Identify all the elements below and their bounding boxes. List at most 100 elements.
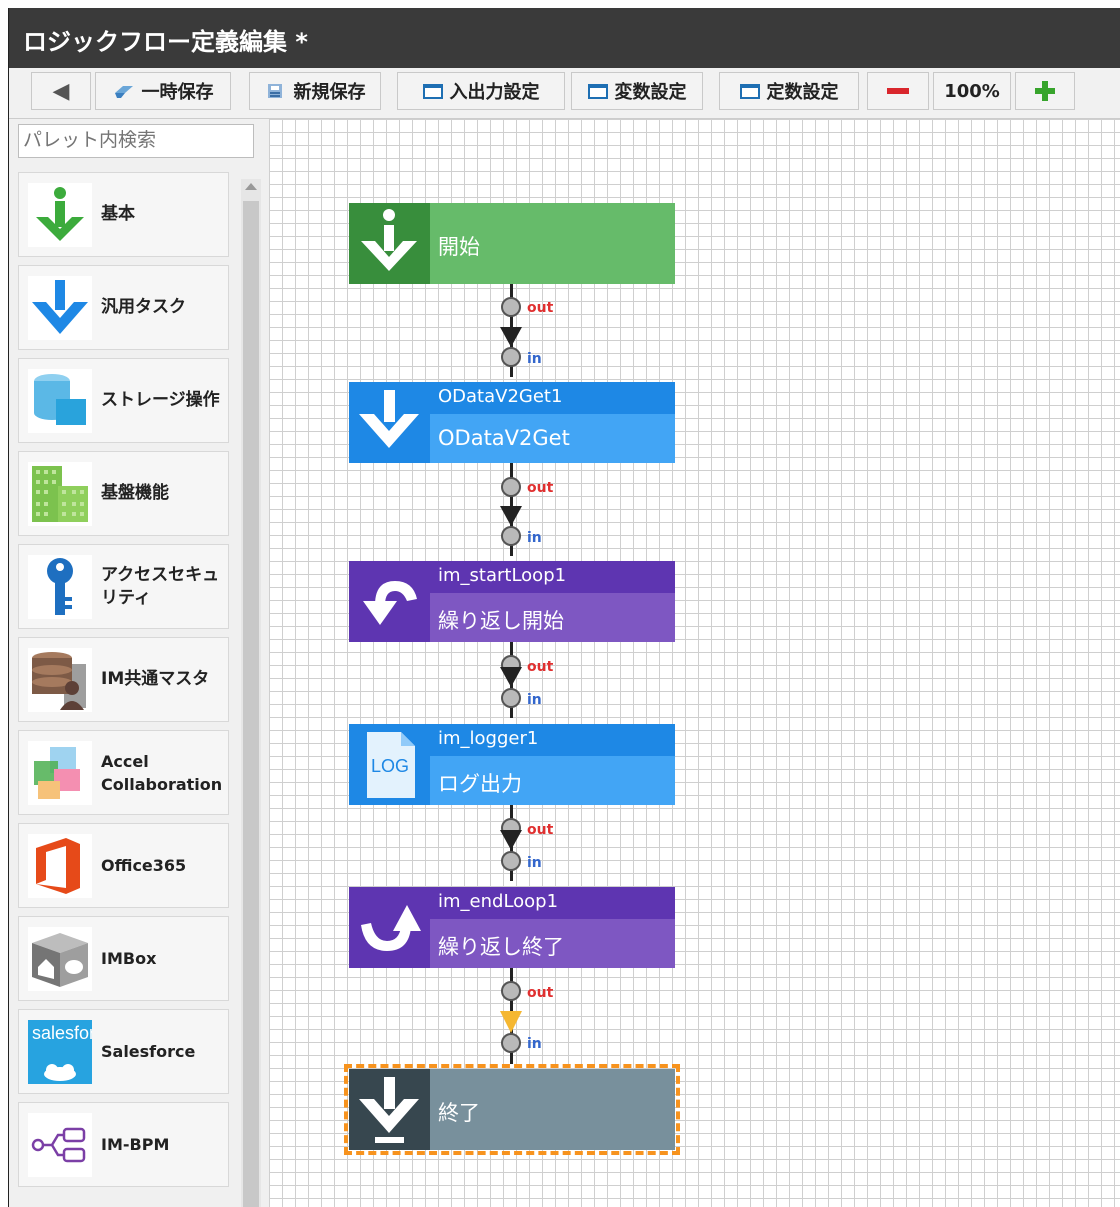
start-icon xyxy=(349,203,430,284)
in-port-label: in xyxy=(527,855,542,871)
palette-item-label: Office365 xyxy=(101,856,187,875)
node-body: 終了 xyxy=(430,1069,675,1150)
window-icon xyxy=(739,83,760,99)
node-name: 繰り返し開始 xyxy=(438,609,564,633)
window-title: ロジックフロー定義編集 * xyxy=(23,28,308,56)
palette-item-label: Accel Collaboration xyxy=(101,751,223,794)
flow-canvas[interactable]: 開始 out in ODataV2Get1 ODataV2Get out in … xyxy=(269,119,1120,1207)
flow-node-logger[interactable]: LOG im_logger1 ログ出力 xyxy=(349,724,675,805)
connector-arrow-icon xyxy=(500,506,522,526)
const-settings-button[interactable]: 定数設定 xyxy=(719,72,859,110)
zoom-out-button[interactable] xyxy=(867,72,929,110)
out-port-label: out xyxy=(527,822,554,838)
palette-item-im-bpm[interactable]: IM-BPM xyxy=(18,1102,229,1187)
flow-node-start[interactable]: 開始 xyxy=(349,203,675,284)
in-port[interactable] xyxy=(501,688,521,708)
palette-item-label: IMBox xyxy=(101,949,157,968)
plus-icon xyxy=(1035,81,1055,101)
scroll-up-arrow-icon[interactable] xyxy=(245,183,257,190)
bpm-icon xyxy=(28,1113,92,1177)
palette-item-label: IM-BPM xyxy=(101,1135,170,1154)
const-settings-label: 定数設定 xyxy=(766,82,839,103)
node-name: 繰り返し終了 xyxy=(438,935,564,959)
temp-save-label: 一時保存 xyxy=(141,82,214,103)
var-settings-button[interactable]: 変数設定 xyxy=(571,72,703,110)
logic-flow-editor-window: ロジックフロー定義編集 * ◀︎ 一時保存 新規保存 入出力設定 変数設定 定数… xyxy=(8,8,1120,1207)
node-body: im_endLoop1 繰り返し終了 xyxy=(430,887,675,968)
new-save-label: 新規保存 xyxy=(293,82,366,103)
connector-arrow-icon xyxy=(500,327,522,347)
palette-scrollbar[interactable] xyxy=(241,179,261,1207)
out-port[interactable] xyxy=(501,477,521,497)
palette-item-generic-task[interactable]: 汎用タスク xyxy=(18,265,229,350)
connector-arrow-icon xyxy=(500,667,522,687)
palette-item-imbox[interactable]: IMBox xyxy=(18,916,229,1001)
palette-item-platform[interactable]: 基盤機能 xyxy=(18,451,229,536)
node-body: im_logger1 ログ出力 xyxy=(430,724,675,805)
generic-task-icon xyxy=(28,276,92,340)
imbox-icon xyxy=(28,927,92,991)
node-body: 開始 xyxy=(430,203,675,284)
node-name: 開始 xyxy=(438,235,480,259)
office365-icon xyxy=(28,834,92,898)
temp-save-icon xyxy=(114,86,133,98)
storage-icon xyxy=(28,369,92,433)
new-save-icon xyxy=(267,84,282,98)
palette-item-salesforce[interactable]: salesforce Salesforce xyxy=(18,1009,229,1094)
node-name: ログ出力 xyxy=(438,772,522,796)
platform-grid-icon xyxy=(28,462,92,526)
in-port[interactable] xyxy=(501,1033,521,1053)
out-port-label: out xyxy=(527,659,554,675)
palette-item-im-master[interactable]: IM共通マスタ xyxy=(18,637,229,722)
flow-node-start-loop[interactable]: im_startLoop1 繰り返し開始 xyxy=(349,561,675,642)
palette-search-input[interactable] xyxy=(18,124,254,158)
window-icon xyxy=(587,83,608,99)
toolbar: ◀︎ 一時保存 新規保存 入出力設定 変数設定 定数設定 100% xyxy=(9,68,1120,119)
log-icon-text: LOG xyxy=(371,756,410,776)
out-port-label: out xyxy=(527,480,554,496)
collaboration-icon xyxy=(28,741,92,805)
in-port-label: in xyxy=(527,692,542,708)
node-body: ODataV2Get1 ODataV2Get xyxy=(430,382,675,463)
var-settings-label: 変数設定 xyxy=(614,82,687,103)
minus-icon xyxy=(887,88,909,94)
out-port-label: out xyxy=(527,300,554,316)
window-icon xyxy=(422,83,443,99)
node-name: ODataV2Get xyxy=(438,426,570,450)
palette-item-label: Salesforce xyxy=(101,1042,196,1061)
scroll-thumb[interactable] xyxy=(243,201,259,1207)
in-port[interactable] xyxy=(501,851,521,871)
connector-arrow-highlight-icon xyxy=(500,1011,522,1033)
loop-end-icon xyxy=(349,887,430,968)
salesforce-icon: salesforce xyxy=(28,1020,92,1084)
flow-node-odata[interactable]: ODataV2Get1 ODataV2Get xyxy=(349,382,675,463)
palette-item-office365[interactable]: Office365 xyxy=(18,823,229,908)
palette-item-access-security[interactable]: アクセスセキュリティ xyxy=(18,544,229,629)
zoom-in-button[interactable] xyxy=(1015,72,1075,110)
title-bar: ロジックフロー定義編集 * xyxy=(9,8,1120,68)
io-settings-button[interactable]: 入出力設定 xyxy=(397,72,565,110)
back-button[interactable]: ◀︎ xyxy=(31,72,91,110)
temp-save-button[interactable]: 一時保存 xyxy=(95,72,231,110)
connector-arrow-icon xyxy=(500,830,522,850)
in-port[interactable] xyxy=(501,526,521,546)
new-save-button[interactable]: 新規保存 xyxy=(249,72,381,110)
palette-item-accel-collaboration[interactable]: Accel Collaboration xyxy=(18,730,229,815)
key-icon xyxy=(28,555,92,619)
node-id: im_logger1 xyxy=(438,728,539,749)
palette-item-label: ストレージ操作 xyxy=(101,390,220,410)
end-icon xyxy=(349,1069,430,1150)
palette-item-storage[interactable]: ストレージ操作 xyxy=(18,358,229,443)
out-port[interactable] xyxy=(501,297,521,317)
palette-item-label: 基盤機能 xyxy=(101,483,169,503)
palette-item-label: IM共通マスタ xyxy=(101,669,210,689)
in-port[interactable] xyxy=(501,347,521,367)
out-port[interactable] xyxy=(501,981,521,1001)
palette-item-basic[interactable]: 基本 xyxy=(18,172,229,257)
node-name: 終了 xyxy=(438,1101,480,1125)
node-id: im_endLoop1 xyxy=(438,891,559,912)
zoom-level: 100% xyxy=(933,72,1011,110)
palette-item-label: 基本 xyxy=(101,204,135,224)
flow-node-end-loop[interactable]: im_endLoop1 繰り返し終了 xyxy=(349,887,675,968)
flow-node-end[interactable]: 終了 xyxy=(344,1064,680,1155)
